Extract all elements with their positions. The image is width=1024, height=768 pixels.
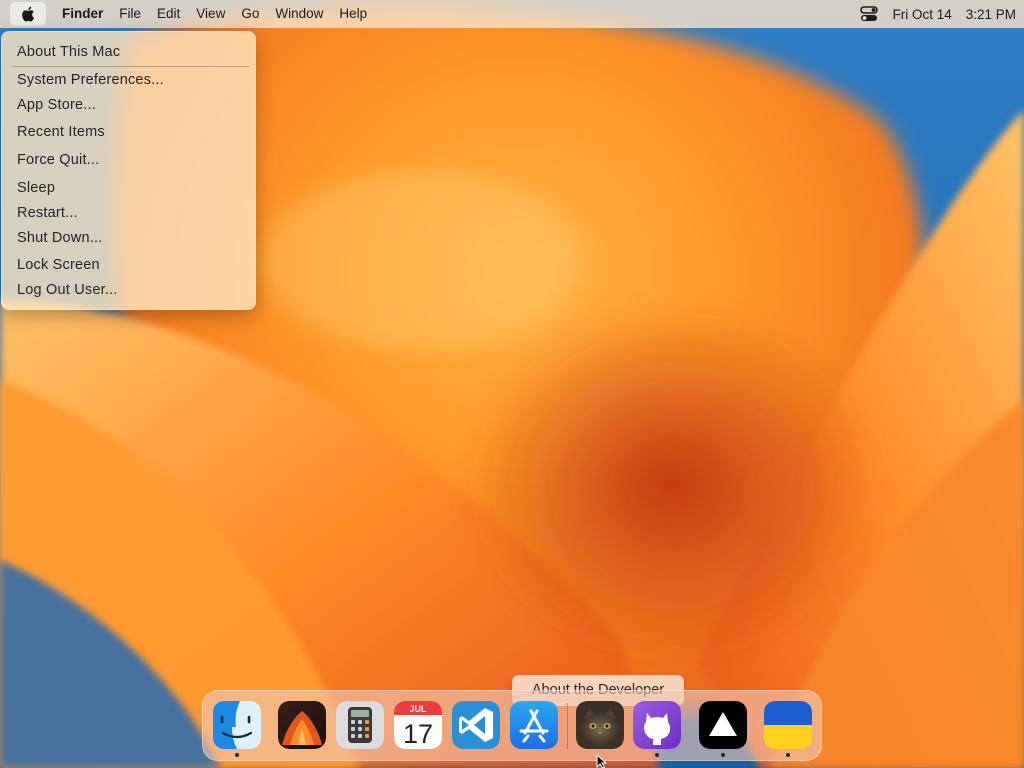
menu-item-app-store[interactable]: App Store... [17,97,96,113]
running-indicator [235,753,239,757]
menu-go[interactable]: Go [233,2,267,26]
wallpaper-icon[interactable] [278,701,326,749]
calendar-month: JUL [409,704,427,714]
running-indicator [721,753,725,757]
menu-window[interactable]: Window [267,2,331,26]
dock-divider [567,703,568,749]
apple-menu-dropdown: About This Mac System Preferences... App… [1,31,256,310]
apple-icon [22,6,34,22]
menu-item-sleep[interactable]: Sleep [17,180,55,196]
menu-file[interactable]: File [111,2,149,26]
menu-item-lock-screen[interactable]: Lock Screen [17,257,100,273]
menu-item-recent-items[interactable]: Recent Items [17,124,105,140]
menu-finder[interactable]: Finder [54,2,111,26]
vercel-icon[interactable] [699,701,747,749]
menu-separator [12,66,249,67]
control-center-icon[interactable] [860,6,879,22]
clock-time[interactable]: 3:21 PM [966,7,1016,22]
running-indicator [655,753,659,757]
menu-item-log-out[interactable]: Log Out User... [17,282,118,298]
calendar-day: 17 [403,719,433,749]
developer-avatar-icon[interactable] [576,701,624,749]
calendar-icon[interactable]: JUL 17 [394,701,442,749]
running-indicator [786,753,790,757]
menu-bar-status-area: Fri Oct 14 3:21 PM [860,6,1016,22]
finder-icon[interactable] [213,701,261,749]
menu-item-system-preferences[interactable]: System Preferences... [17,72,164,88]
menu-item-about-this-mac[interactable]: About This Mac [17,44,120,60]
menu-item-restart[interactable]: Restart... [17,205,78,221]
github-icon[interactable] [633,701,681,749]
menu-bar: Finder File Edit View Go Window Help Fri… [0,0,1024,28]
apple-menu-button[interactable] [10,2,46,26]
menu-help[interactable]: Help [331,2,375,26]
menu-item-force-quit[interactable]: Force Quit... [17,152,99,168]
vscode-icon[interactable] [452,701,500,749]
menu-view[interactable]: View [188,2,233,26]
clock-date[interactable]: Fri Oct 14 [892,7,951,22]
app-store-icon[interactable] [510,701,558,749]
menu-item-shut-down[interactable]: Shut Down... [17,230,102,246]
mouse-cursor-icon [596,754,608,768]
calculator-icon[interactable] [336,701,384,749]
ukraine-flag-icon[interactable] [764,701,812,749]
menu-edit[interactable]: Edit [149,2,188,26]
dock: JUL 17 [202,690,822,761]
